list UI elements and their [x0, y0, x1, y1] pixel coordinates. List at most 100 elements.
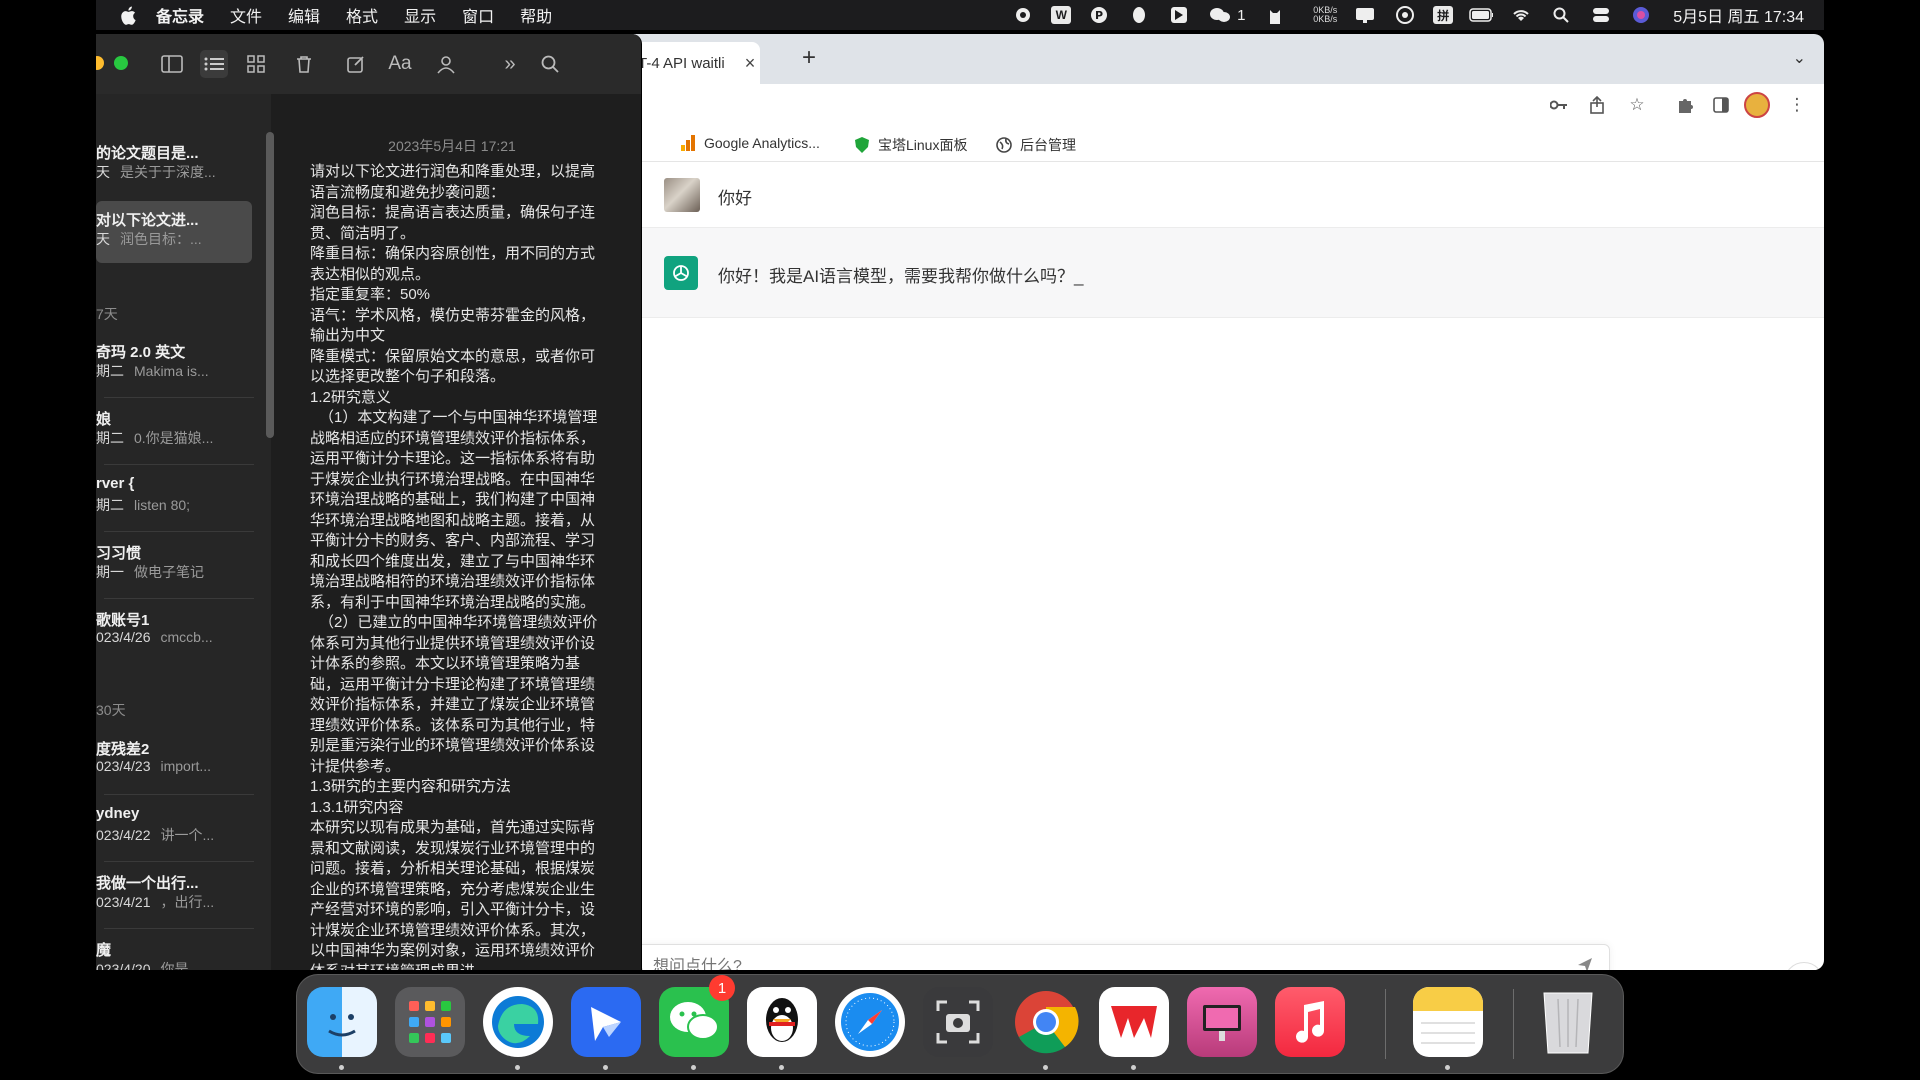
- note-date: 天: [96, 164, 110, 180]
- zoom-button[interactable]: [114, 56, 128, 70]
- chat-input-box: [610, 944, 1610, 970]
- bookmarks-bar: om Google Analytics... 宝塔Linux面板 后台管理: [610, 126, 1824, 162]
- note-paragraph: 指定重复率：50%: [310, 286, 431, 303]
- more-menu-icon[interactable]: ⋮: [1786, 94, 1808, 116]
- record-icon[interactable]: [1011, 6, 1035, 24]
- chat-input[interactable]: [611, 945, 1551, 970]
- note-paragraph: 语气：学术风格，模仿史蒂芬霍金的风格，输出为中文: [310, 306, 596, 345]
- note-body[interactable]: 请对以下论文进行润色和降重处理，以提高语言流畅度和避免抄袭问题： 润色目标：提高…: [310, 162, 602, 970]
- qq-icon[interactable]: [747, 987, 817, 1057]
- list-view-icon[interactable]: [200, 50, 228, 78]
- apple-icon[interactable]: [118, 5, 138, 25]
- floating-assistant-icon[interactable]: [1784, 962, 1824, 970]
- notes-list-scrollbar[interactable]: [266, 132, 274, 438]
- bookmark-google-analytics[interactable]: Google Analytics...: [680, 135, 820, 151]
- edge-browser-icon[interactable]: [483, 987, 553, 1057]
- display-icon[interactable]: [1353, 6, 1377, 24]
- divider: [104, 928, 254, 929]
- minimize-button[interactable]: [96, 56, 104, 70]
- menu-window[interactable]: 窗口: [462, 3, 494, 27]
- control-center-icon[interactable]: [1589, 6, 1613, 24]
- share-icon[interactable]: [1586, 94, 1608, 116]
- note-list-item-selected[interactable]: 对以下论文进... 天润色目标：...: [96, 201, 252, 263]
- send-icon[interactable]: [1577, 957, 1597, 970]
- bookmark-admin[interactable]: 后台管理: [996, 135, 1076, 155]
- wifi-icon[interactable]: [1509, 6, 1533, 24]
- gallery-view-icon[interactable]: [242, 50, 270, 78]
- note-list-item[interactable]: 歌账号1 023/4/26 cmccb...: [96, 601, 256, 663]
- user-avatar: [664, 178, 700, 212]
- menu-view[interactable]: 显示: [404, 3, 436, 27]
- note-list-item[interactable]: 奇玛 2.0 英文 期二 Makima is...: [96, 333, 256, 395]
- note-title: 对以下论文进...: [96, 212, 199, 229]
- menu-app-name[interactable]: 备忘录: [156, 3, 204, 27]
- divider: [104, 464, 254, 465]
- divider: [104, 531, 254, 532]
- music-icon[interactable]: [1275, 987, 1345, 1057]
- keynote-icon[interactable]: [1187, 987, 1257, 1057]
- note-meta: 期一 做电子笔记: [96, 562, 204, 582]
- tab-close-icon[interactable]: ×: [740, 53, 760, 74]
- note-title: 歌账号1: [96, 612, 150, 629]
- bookmark-baota[interactable]: 宝塔Linux面板: [854, 135, 967, 155]
- note-list-item[interactable]: ydney 023/4/22 讲一个...: [96, 797, 256, 859]
- note-paragraph: 降重目标：确保内容原创性，用不同的方式表达相似的观点。: [310, 245, 596, 283]
- side-panel-icon[interactable]: [1710, 94, 1732, 116]
- note-title: 奇玛 2.0 英文: [96, 344, 186, 361]
- feishu-icon[interactable]: [571, 987, 641, 1057]
- safari-icon[interactable]: [835, 987, 905, 1057]
- finder-icon[interactable]: [307, 987, 377, 1057]
- note-heading: 1.3.1研究内容: [310, 798, 404, 816]
- screenshot-icon[interactable]: [923, 987, 993, 1057]
- cat-status-icon[interactable]: [1263, 6, 1287, 24]
- note-editor[interactable]: 2023年5月4日 17:21 请对以下论文进行润色和降重处理，以提高语言流畅度…: [282, 94, 641, 970]
- qq-status-icon[interactable]: [1127, 6, 1151, 24]
- menu-edit[interactable]: 编辑: [288, 3, 320, 27]
- feishu-status-icon[interactable]: [1167, 6, 1191, 24]
- password-key-icon[interactable]: [1548, 94, 1570, 116]
- menu-help[interactable]: 帮助: [520, 3, 552, 27]
- airdrop-icon[interactable]: [1393, 6, 1417, 24]
- chrome-icon[interactable]: [1011, 987, 1081, 1057]
- p-status-icon[interactable]: P: [1087, 6, 1111, 24]
- note-preview: 0.你是猫娘...: [134, 430, 214, 446]
- note-title: 我做一个出行...: [96, 875, 199, 892]
- note-list-item[interactable]: 我做一个出行... 023/4/21 ，出行...: [96, 864, 256, 926]
- wps-icon[interactable]: [1099, 987, 1169, 1057]
- spotlight-search-icon[interactable]: [1549, 6, 1573, 24]
- wechat-badge: 1: [709, 975, 735, 1001]
- tab-search-icon[interactable]: ⌄: [1793, 48, 1806, 68]
- dock: 1: [296, 974, 1624, 1074]
- note-list-item[interactable]: 的论文题目是... 天是关于于深度...: [96, 134, 256, 196]
- input-method-icon[interactable]: 拼: [1433, 6, 1454, 24]
- format-text-icon[interactable]: Aa: [386, 50, 414, 78]
- menu-file[interactable]: 文件: [230, 3, 262, 27]
- note-meta: 天润色目标：...: [96, 229, 202, 249]
- wechat-status-icon[interactable]: 1: [1207, 6, 1247, 24]
- extensions-icon[interactable]: [1674, 94, 1696, 116]
- collaborate-icon[interactable]: [432, 50, 460, 78]
- compose-new-note-icon[interactable]: [342, 50, 370, 78]
- note-list-item[interactable]: rver { 期二 listen 80;: [96, 467, 256, 529]
- more-toolbar-icon[interactable]: »: [496, 50, 524, 78]
- siri-icon[interactable]: [1629, 6, 1653, 24]
- trash-icon[interactable]: [1533, 987, 1603, 1057]
- search-icon[interactable]: [536, 50, 564, 78]
- sidebar-toggle-icon[interactable]: [158, 50, 186, 78]
- launchpad-icon[interactable]: [395, 987, 465, 1057]
- menu-format[interactable]: 格式: [346, 3, 378, 27]
- bookmark-star-icon[interactable]: ☆: [1626, 94, 1648, 116]
- new-tab-button[interactable]: +: [796, 46, 822, 72]
- wps-status-icon[interactable]: W: [1051, 6, 1072, 24]
- delete-trash-icon[interactable]: [290, 50, 318, 78]
- note-date: 023/4/20: [96, 961, 151, 970]
- profile-avatar[interactable]: [1744, 92, 1770, 118]
- note-list-item[interactable]: 娘 期二 0.你是猫娘...: [96, 400, 256, 462]
- notes-app-icon[interactable]: [1413, 987, 1483, 1057]
- note-meta: 023/4/22 讲一个...: [96, 825, 214, 845]
- note-list-item[interactable]: 度残差2 023/4/23 import...: [96, 730, 256, 792]
- note-list-item[interactable]: 魔 023/4/20 你是...: [96, 931, 256, 970]
- note-list-item[interactable]: 习习惯 期一 做电子笔记: [96, 534, 256, 596]
- battery-icon[interactable]: [1469, 6, 1494, 24]
- menubar-clock[interactable]: 5月5日 周五 17:34: [1673, 3, 1804, 27]
